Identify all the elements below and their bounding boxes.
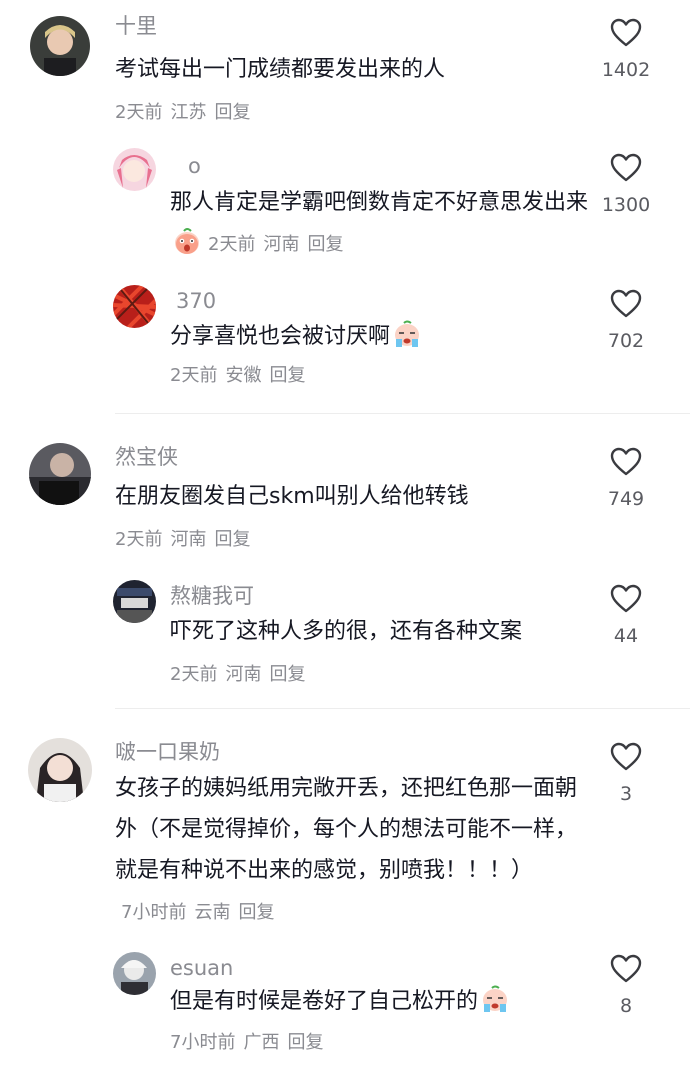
- like-button[interactable]: 749: [586, 447, 666, 511]
- crying-face-emoji: [480, 984, 510, 1014]
- like-count: 702: [607, 330, 645, 352]
- comment-text: 但是有时候是卷好了自己松开的: [170, 984, 600, 1020]
- like-count: 8: [619, 995, 633, 1017]
- like-count: 3: [619, 783, 633, 805]
- divider: [115, 708, 690, 709]
- comment-username[interactable]: o: [170, 152, 600, 180]
- comment-meta: 2天前 安徽 回复: [170, 361, 600, 391]
- like-count: 1402: [601, 59, 651, 81]
- reply-button[interactable]: 回复: [238, 902, 274, 923]
- comment-time: 2天前: [115, 529, 163, 550]
- heart-outline-icon: [610, 18, 642, 47]
- comment-meta: 7小时前 广西 回复: [170, 1028, 600, 1058]
- comment-meta: 2天前 江苏 回复: [115, 98, 600, 128]
- comment-username[interactable]: 啵一口果奶: [115, 738, 595, 766]
- comment-username[interactable]: 然宝侠: [115, 443, 600, 471]
- like-button[interactable]: 8: [586, 954, 666, 1018]
- comment-meta: 2天前 河南 回复: [170, 660, 600, 690]
- like-count: 749: [607, 488, 645, 510]
- comment-text-content: 女孩子的姨妈纸用完敞开丢，还把红色那一面朝外（不是觉得掉价，每个人的想法可能不一…: [115, 776, 578, 883]
- comment-username[interactable]: 370: [170, 287, 600, 315]
- scared-face-emoji: [172, 226, 202, 256]
- crying-face-emoji: [392, 319, 422, 349]
- comment-item: 啵一口果奶 女孩子的姨妈纸用完敞开丢，还把红色那一面朝外（不是觉得掉价，每个人的…: [0, 738, 690, 928]
- heart-outline-icon: [610, 447, 642, 476]
- like-button[interactable]: 1300: [586, 153, 666, 217]
- avatar[interactable]: [113, 952, 156, 995]
- reply-button[interactable]: 回复: [269, 365, 305, 386]
- comment-text: 女孩子的姨妈纸用完敞开丢，还把红色那一面朝外（不是觉得掉价，每个人的想法可能不一…: [115, 768, 595, 933]
- comment-meta: 2天前 河南 回复: [208, 234, 351, 255]
- avatar[interactable]: [113, 580, 156, 623]
- heart-outline-icon: [610, 742, 642, 771]
- comment-location: 云南: [194, 902, 231, 923]
- divider: [115, 413, 690, 414]
- comment-time: 2天前: [170, 664, 218, 685]
- comment-text: 吓死了这种人多的很，还有各种文案: [170, 619, 523, 644]
- reply-item: o 那人肯定是学霸吧倒数肯定不好意思发出来 2天前 河南 回复 1300: [0, 148, 690, 273]
- reply-button[interactable]: 回复: [307, 234, 343, 255]
- avatar[interactable]: [113, 148, 156, 191]
- comment-text: 考试每出一门成绩都要发出来的人: [115, 57, 446, 82]
- comment-location: 江苏: [170, 102, 207, 123]
- reply-button[interactable]: 回复: [214, 102, 250, 123]
- comment-location: 河南: [263, 234, 300, 255]
- comment-text-content: 但是有时候是卷好了自己松开的: [170, 989, 479, 1014]
- reply-button[interactable]: 回复: [287, 1032, 323, 1053]
- like-button[interactable]: 3: [586, 742, 666, 806]
- avatar[interactable]: [28, 738, 92, 802]
- comment-meta: 2天前 河南 回复: [115, 525, 600, 555]
- comment-username[interactable]: 十里: [115, 12, 600, 40]
- heart-outline-icon: [610, 954, 642, 983]
- like-button[interactable]: 702: [586, 289, 666, 353]
- comment-item: 然宝侠 在朋友圈发自己skm叫别人给他转钱 2天前 河南 回复 749: [0, 443, 690, 553]
- comment-username[interactable]: esuan: [170, 954, 600, 982]
- comment-text-content: 分享喜悦也会被讨厌啊: [170, 324, 391, 349]
- comment-time: 7小时前: [121, 902, 187, 923]
- heart-outline-icon: [610, 153, 642, 182]
- comment-item: 十里 考试每出一门成绩都要发出来的人 2天前 江苏 回复 1402: [0, 12, 690, 123]
- comment-time: 2天前: [170, 365, 218, 386]
- comment-meta: 7小时前 云南 回复: [121, 902, 282, 923]
- avatar[interactable]: [29, 443, 91, 505]
- comment-location: 广西: [243, 1032, 280, 1053]
- reply-item: 370 分享喜悦也会被讨厌啊 2天前 安徽 回复 702: [0, 285, 690, 395]
- reply-button[interactable]: 回复: [269, 664, 305, 685]
- comment-time: 2天前: [208, 234, 256, 255]
- comment-text: 那人肯定是学霸吧倒数肯定不好意思发出来 2天前 河南 回复: [170, 182, 600, 265]
- avatar[interactable]: [30, 16, 90, 76]
- reply-button[interactable]: 回复: [214, 529, 250, 550]
- heart-outline-icon: [610, 289, 642, 318]
- comment-username[interactable]: 熬糖我可: [170, 582, 600, 610]
- comment-time: 2天前: [115, 102, 163, 123]
- reply-item: esuan 但是有时候是卷好了自己松开的 7小时前 广西 回复 8: [0, 952, 690, 1062]
- comment-text: 分享喜悦也会被讨厌啊: [170, 317, 600, 357]
- comment-location: 河南: [170, 529, 207, 550]
- comment-text-content: 那人肯定是学霸吧倒数肯定不好意思发出来: [170, 190, 589, 215]
- like-count: 44: [613, 625, 639, 647]
- comment-time: 7小时前: [170, 1032, 236, 1053]
- avatar[interactable]: [113, 285, 156, 328]
- comment-text: 在朋友圈发自己skm叫别人给他转钱: [115, 484, 469, 509]
- like-count: 1300: [601, 194, 651, 216]
- comment-location: 安徽: [225, 365, 262, 386]
- like-button[interactable]: 44: [586, 584, 666, 648]
- reply-item: 熬糖我可 吓死了这种人多的很，还有各种文案 2天前 河南 回复 44: [0, 580, 690, 690]
- heart-outline-icon: [610, 584, 642, 613]
- like-button[interactable]: 1402: [586, 18, 666, 82]
- comment-location: 河南: [225, 664, 262, 685]
